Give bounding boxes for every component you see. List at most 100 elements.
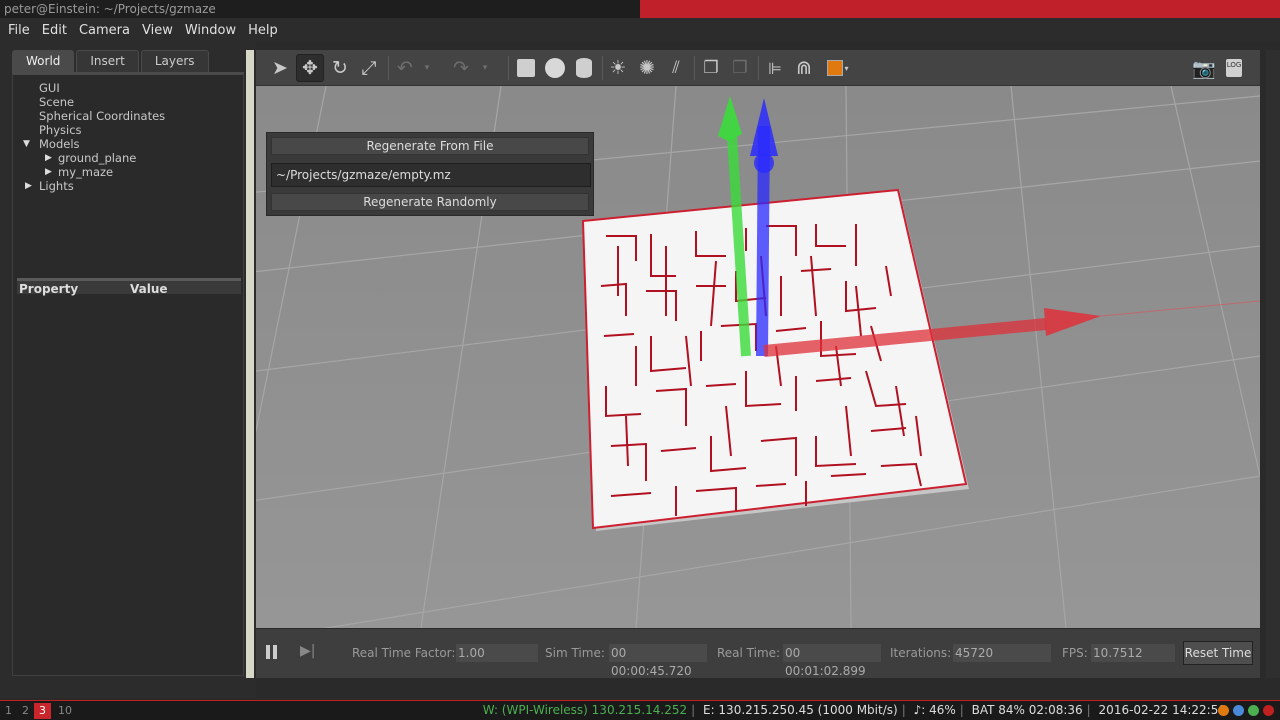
volume-status: ♪: 46% <box>913 703 956 717</box>
pause-icon[interactable] <box>264 643 278 661</box>
maze-model <box>581 188 968 530</box>
sim-time-label: Sim Time: <box>545 646 605 660</box>
rotate-icon[interactable]: ↻ <box>326 54 354 82</box>
tree-label-models: Models <box>39 137 80 151</box>
property-header: Property Value <box>17 278 241 296</box>
datetime-status: 2016-02-22 14:22:50 <box>1098 703 1226 717</box>
tree-label-scene: Scene <box>39 95 75 109</box>
undo-dropdown-icon[interactable]: ▾ <box>419 54 435 82</box>
panel-splitter[interactable] <box>246 50 254 678</box>
step-icon[interactable]: ▶| <box>300 643 318 661</box>
tray-browser-icon[interactable] <box>1233 705 1244 716</box>
log-icon[interactable]: LOG <box>1220 54 1248 82</box>
tab-world[interactable]: World <box>12 50 75 72</box>
collapsed-arrow-icon[interactable]: ▶ <box>45 165 52 179</box>
collapsed-arrow-icon[interactable]: ▶ <box>45 151 52 165</box>
collapsed-arrow-icon[interactable]: ▶ <box>25 179 32 193</box>
simulation-status-bar: ▶| Real Time Factor: 1.00 Sim Time: 00 0… <box>256 628 1260 678</box>
menu-help[interactable]: Help <box>242 23 284 38</box>
value-column-header: Value <box>130 282 168 296</box>
tray-power-icon[interactable] <box>1263 705 1274 716</box>
menu-file[interactable]: File <box>2 23 36 38</box>
translate-icon[interactable]: ✥ <box>296 54 324 82</box>
regenerate-from-file-button[interactable]: Regenerate From File <box>271 137 589 155</box>
fps-label: FPS: <box>1062 646 1088 660</box>
snap-magnet-icon[interactable]: ⋒ <box>790 54 818 82</box>
maze-plugin-panel: Regenerate From File ~/Projects/gzmaze/e… <box>266 132 594 216</box>
real-time-label: Real Time: <box>717 646 781 660</box>
tree-item-spherical-coordinates[interactable]: Spherical Coordinates <box>13 109 243 123</box>
tab-layers[interactable]: Layers <box>140 50 209 72</box>
world-tree: GUI Scene Spherical Coordinates Physics … <box>13 81 243 193</box>
property-column-header: Property <box>19 282 79 296</box>
iterations-value: 45720 <box>953 644 1051 662</box>
scale-icon[interactable]: ⤢ <box>355 54 383 82</box>
right-panel-collapsed[interactable] <box>1266 50 1280 678</box>
ethernet-status: E: 130.215.250.45 (1000 Mbit/s) <box>702 703 898 717</box>
cylinder-shape-icon[interactable] <box>570 54 598 82</box>
menu-view[interactable]: View <box>136 23 179 38</box>
real-time-value: 00 00:01:02.899 <box>783 644 881 678</box>
menubar: File Edit Camera View Window Help <box>0 18 1280 42</box>
workspace-10[interactable]: 10 <box>54 703 76 719</box>
toolbar-separator <box>388 56 389 80</box>
workspace-2[interactable]: 2 <box>17 703 34 719</box>
menu-edit[interactable]: Edit <box>36 23 73 38</box>
reset-time-button[interactable]: Reset Time <box>1183 641 1253 665</box>
directional-light-icon[interactable]: ⫽ <box>662 54 690 82</box>
tree-item-my-maze[interactable]: ▶ my_maze <box>13 165 243 179</box>
workspace-1[interactable]: 1 <box>0 703 17 719</box>
iterations-label: Iterations: <box>890 646 952 660</box>
tree-label-physics: Physics <box>39 123 82 137</box>
toolbar-separator <box>694 56 695 80</box>
left-panel: World Insert Layers GUI Scene Spherical … <box>0 42 256 698</box>
3d-scene[interactable]: Regenerate From File ~/Projects/gzmaze/e… <box>215 85 1261 647</box>
sim-time-value: 00 00:00:45.720 <box>609 644 707 678</box>
tree-label-spherical: Spherical Coordinates <box>39 109 166 123</box>
paste-icon[interactable]: ❐ <box>726 54 754 82</box>
undo-icon[interactable]: ↶ <box>391 54 419 82</box>
scene-viewport[interactable]: ➤ ✥ ↻ ⤢ ↶ ▾ ↷ ▾ ☀ ✺ ⫽ ❐ ❐ ⊫ ⋒ ▾ 📷 LOG Re… <box>215 50 1261 678</box>
tree-item-physics[interactable]: Physics <box>13 123 243 137</box>
fps-value: 10.7512 <box>1091 644 1175 662</box>
tree-item-ground-plane[interactable]: ▶ ground_plane <box>13 151 243 165</box>
tree-item-gui[interactable]: GUI <box>13 81 243 95</box>
workspace-3[interactable]: 3 <box>34 703 51 719</box>
select-arrow-icon[interactable]: ➤ <box>266 54 294 82</box>
menu-window[interactable]: Window <box>179 23 242 38</box>
window-title: peter@Einstein: ~/Projects/gzmaze <box>4 2 216 16</box>
align-icon[interactable]: ⊫ <box>761 54 789 82</box>
maze-file-path-field[interactable]: ~/Projects/gzmaze/empty.mz <box>271 163 591 187</box>
tree-item-models[interactable]: ▼ Models <box>13 137 243 151</box>
tree-label-my-maze: my_maze <box>58 165 114 179</box>
copy-icon[interactable]: ❐ <box>697 54 725 82</box>
z-axis-ring[interactable] <box>754 153 774 173</box>
status-line: W: (WPI-Wireless) 130.215.14.252 | E: 130… <box>482 703 1226 717</box>
screenshot-camera-icon[interactable]: 📷 <box>1190 54 1218 82</box>
tray-status-icon[interactable] <box>1248 705 1259 716</box>
tab-insert[interactable]: Insert <box>76 50 139 72</box>
rtf-value: 1.00 <box>456 644 538 662</box>
battery-status: BAT 84% 02:08:36 <box>971 703 1083 717</box>
wireless-status: W: (WPI-Wireless) 130.215.14.252 <box>482 703 688 717</box>
tree-item-scene[interactable]: Scene <box>13 95 243 109</box>
tree-label-gui: GUI <box>39 81 60 95</box>
regenerate-randomly-button[interactable]: Regenerate Randomly <box>271 193 589 211</box>
menu-camera[interactable]: Camera <box>73 23 136 38</box>
window-titlebar: peter@Einstein: ~/Projects/gzmaze <box>0 0 1280 18</box>
sphere-shape-icon[interactable] <box>541 54 569 82</box>
box-shape-icon[interactable] <box>512 54 540 82</box>
tray-app-icon[interactable] <box>1218 705 1229 716</box>
spot-light-icon[interactable]: ✺ <box>633 54 661 82</box>
panel-tabs: World Insert Layers <box>12 50 211 72</box>
rtf-label: Real Time Factor: <box>352 646 456 660</box>
redo-icon[interactable]: ↷ <box>447 54 475 82</box>
tree-item-lights[interactable]: ▶ Lights <box>13 179 243 193</box>
titlebar-accent <box>640 0 1280 18</box>
expanded-arrow-icon[interactable]: ▼ <box>23 137 30 151</box>
tree-label-ground-plane: ground_plane <box>58 151 137 165</box>
view-angle-icon[interactable]: ▾ <box>824 54 852 82</box>
system-taskbar: 1 2 3 10 W: (WPI-Wireless) 130.215.14.25… <box>0 700 1280 720</box>
redo-dropdown-icon[interactable]: ▾ <box>477 54 493 82</box>
point-light-icon[interactable]: ☀ <box>604 54 632 82</box>
